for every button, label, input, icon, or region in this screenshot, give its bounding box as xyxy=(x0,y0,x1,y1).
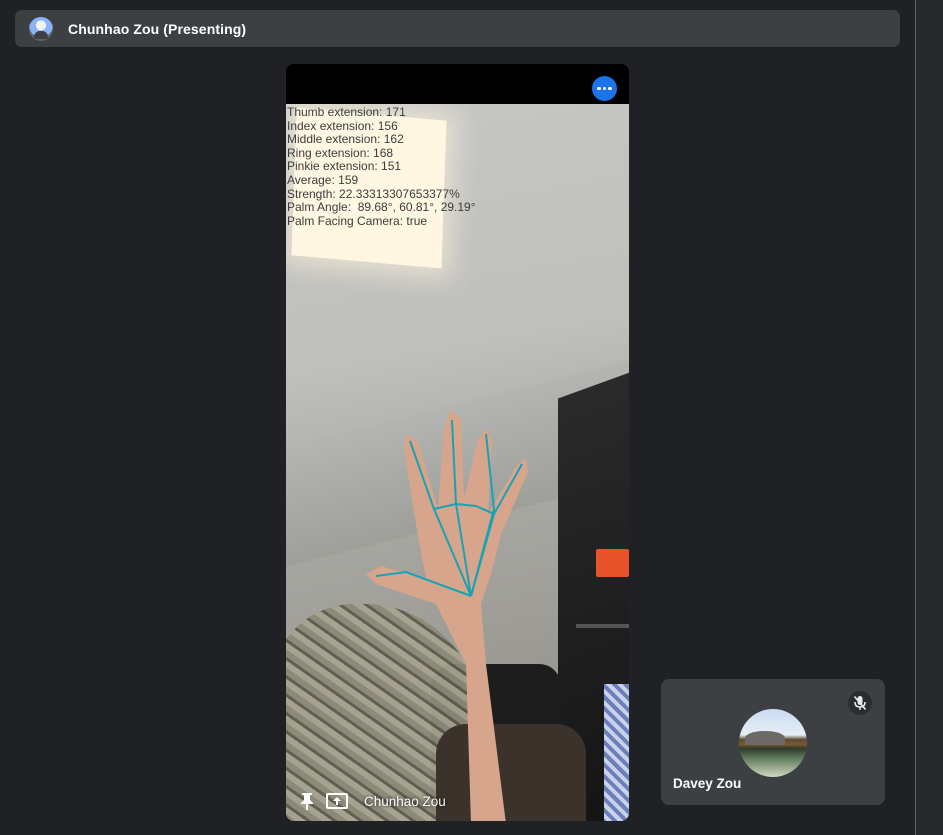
more-options-icon[interactable] xyxy=(592,76,617,101)
overlay-line: Index extension: 156 xyxy=(287,118,398,133)
hand xyxy=(366,409,528,821)
user-avatar-icon xyxy=(29,16,53,41)
overlay-line: Strength: 22.33313307653377% xyxy=(287,186,460,201)
participant-name-label: Chunhao Zou xyxy=(364,793,446,809)
presenting-banner: Chunhao Zou (Presenting) xyxy=(15,10,900,47)
right-edge-panel xyxy=(915,0,943,835)
participant-tile-name: Davey Zou xyxy=(673,776,742,791)
overlay-line: Ring extension: 168 xyxy=(287,145,394,160)
mic-off-icon xyxy=(848,691,872,715)
overlay-line: Palm Angle: 89.68°, 60.81°, 29.19° xyxy=(287,200,476,215)
overlay-line: Middle extension: 162 xyxy=(287,132,404,147)
present-screen-icon xyxy=(326,790,348,812)
participant-avatar xyxy=(739,709,807,777)
video-top-bar xyxy=(286,64,629,104)
video-footer: Chunhao Zou xyxy=(296,790,446,812)
presenter-label: Chunhao Zou (Presenting) xyxy=(68,20,247,37)
overlay-line: Pinkie extension: 151 xyxy=(287,159,402,174)
main-video-tile[interactable]: Thumb extension: 171 Index extension: 15… xyxy=(286,64,629,821)
overlay-line: Average: 159 xyxy=(287,172,359,187)
hand-metrics-overlay: Thumb extension: 171 Index extension: 15… xyxy=(287,105,476,228)
overlay-line: Palm Facing Camera: true xyxy=(287,213,428,228)
pin-icon[interactable] xyxy=(296,790,318,812)
overlay-line: Thumb extension: 171 xyxy=(287,105,406,119)
camera-feed: Thumb extension: 171 Index extension: 15… xyxy=(286,104,629,821)
